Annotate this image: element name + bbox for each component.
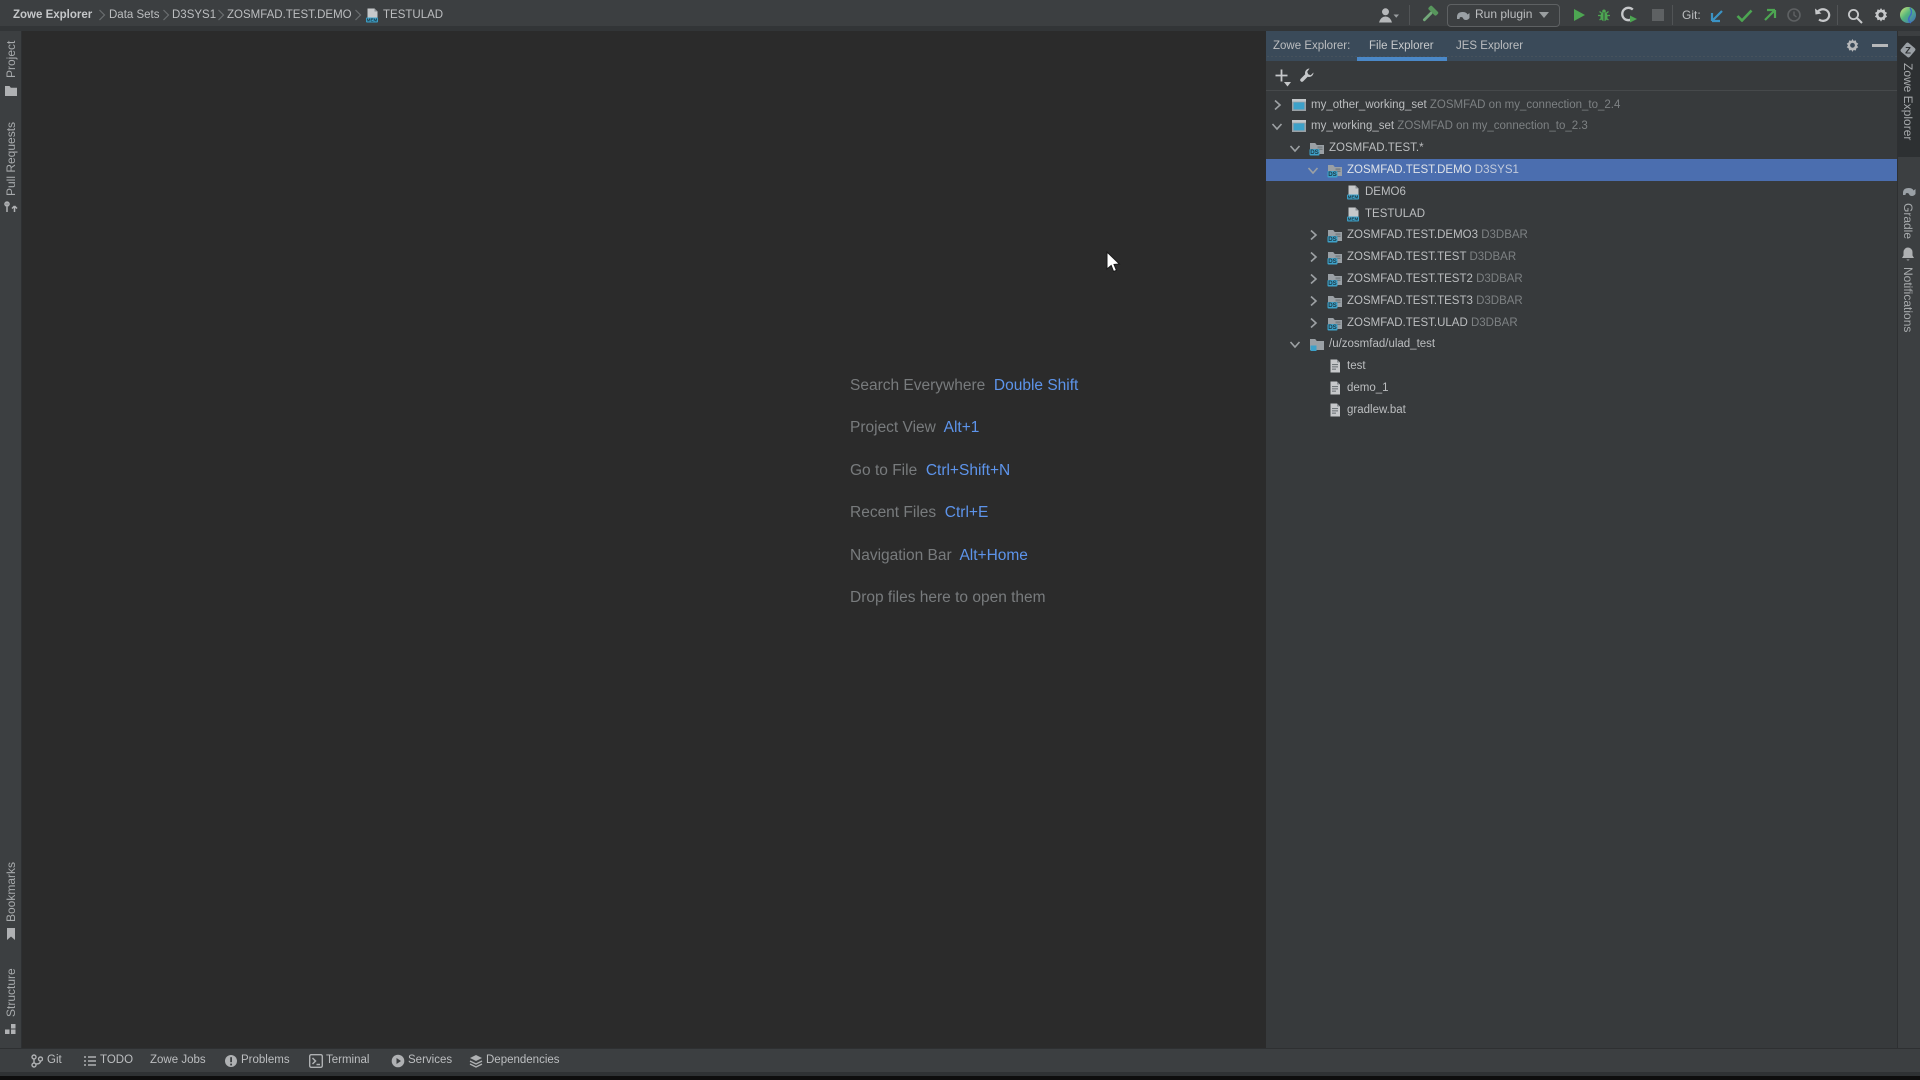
svg-text:DS: DS (1328, 280, 1337, 287)
svg-text:MEM: MEM (1348, 216, 1359, 221)
svg-text:DS: DS (1328, 237, 1337, 244)
svg-text:DS: DS (1328, 302, 1337, 309)
svg-text:MEM: MEM (1348, 194, 1359, 199)
svg-text:DS: DS (1328, 324, 1337, 331)
svg-text:Z: Z (1905, 46, 1911, 57)
svg-text:MEM: MEM (367, 18, 378, 23)
svg-text:DS: DS (1328, 258, 1337, 265)
svg-text:DS: DS (1328, 171, 1337, 178)
svg-text:DS: DS (1310, 149, 1319, 156)
